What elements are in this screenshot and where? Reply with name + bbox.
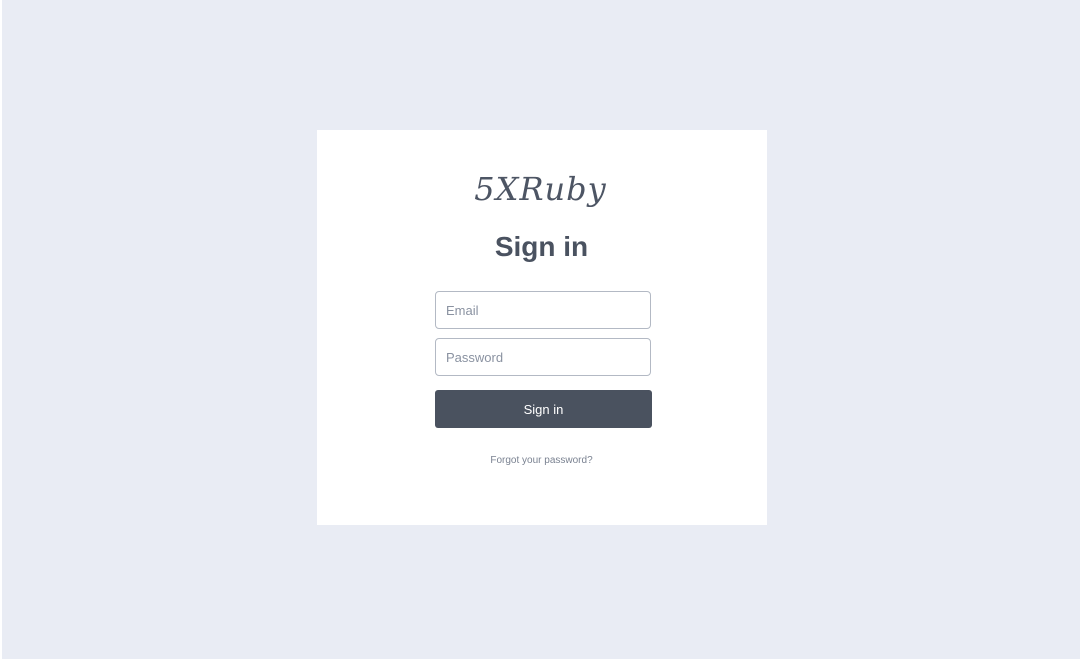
page-title: Sign in xyxy=(494,231,589,262)
email-field[interactable] xyxy=(435,291,651,329)
brand-logo: 5XRuby xyxy=(474,170,607,208)
password-field[interactable] xyxy=(435,338,651,376)
forgot-password-link[interactable]: Forgot your password? xyxy=(0,454,1081,468)
sign-in-button[interactable]: Sign in xyxy=(435,390,652,428)
